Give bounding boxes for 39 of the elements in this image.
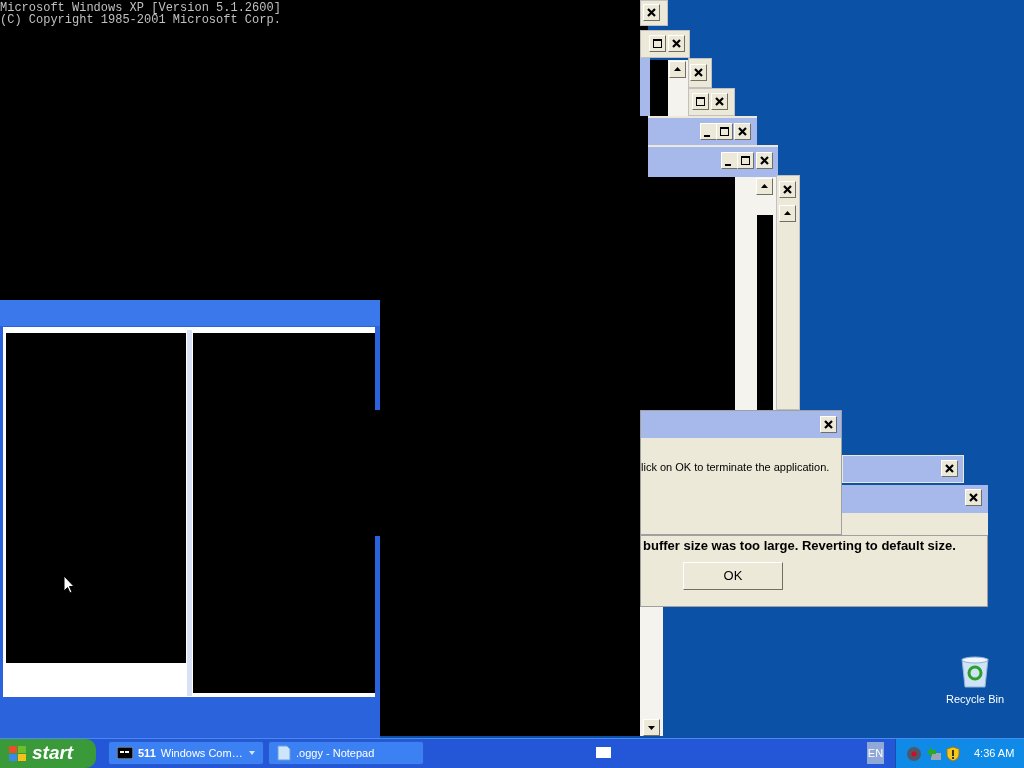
close-button[interactable]	[820, 416, 837, 433]
start-button[interactable]: start	[0, 739, 96, 768]
taskbar-button[interactable]: .oggy - Notepad	[268, 741, 424, 765]
close-button[interactable]	[779, 181, 796, 198]
console-text: Microsoft Windows XP [Version 5.1.2600]	[0, 2, 281, 14]
caret-icon	[249, 751, 255, 755]
console-pane	[650, 60, 668, 116]
close-button[interactable]	[965, 489, 982, 506]
close-button[interactable]	[690, 64, 707, 81]
icon-label: Recycle Bin	[945, 692, 1005, 707]
taskbar-button[interactable]: 511 Windows Com…	[108, 741, 264, 765]
minimize-icon	[704, 134, 710, 137]
scroll-up-button[interactable]	[779, 205, 796, 222]
maximize-button[interactable]	[692, 93, 709, 110]
maximize-button[interactable]	[737, 152, 754, 169]
close-button[interactable]	[668, 35, 685, 52]
scroll-up-button[interactable]	[756, 178, 773, 195]
close-button[interactable]	[941, 460, 958, 477]
recycle-bin-icon[interactable]	[959, 655, 991, 689]
shield-icon[interactable]	[946, 745, 960, 762]
close-button[interactable]	[711, 93, 728, 110]
maximize-button[interactable]	[716, 123, 733, 140]
language-indicator[interactable]: EN	[867, 742, 884, 764]
ok-button[interactable]: OK	[683, 562, 783, 590]
scroll-down-button[interactable]	[643, 719, 660, 736]
close-button[interactable]	[756, 152, 773, 169]
windows-flag-icon	[8, 744, 28, 763]
console-text: (C) Copyright 1985-2001 Microsoft Corp.	[0, 14, 281, 26]
close-button[interactable]	[643, 4, 660, 21]
cursor-icon	[63, 575, 75, 595]
clock[interactable]: 4:36 AM	[974, 745, 1015, 762]
scroll-up-button[interactable]	[669, 61, 686, 78]
dialog-message: buffer size was too large. Reverting to default size.	[643, 537, 957, 552]
maximize-button[interactable]	[649, 35, 666, 52]
command-prompt-icon	[117, 747, 133, 759]
minimize-icon	[725, 163, 731, 166]
notepad-icon	[277, 745, 291, 761]
dialog-message: lick on OK to terminate the application.	[641, 460, 831, 473]
close-button[interactable]	[734, 123, 751, 140]
